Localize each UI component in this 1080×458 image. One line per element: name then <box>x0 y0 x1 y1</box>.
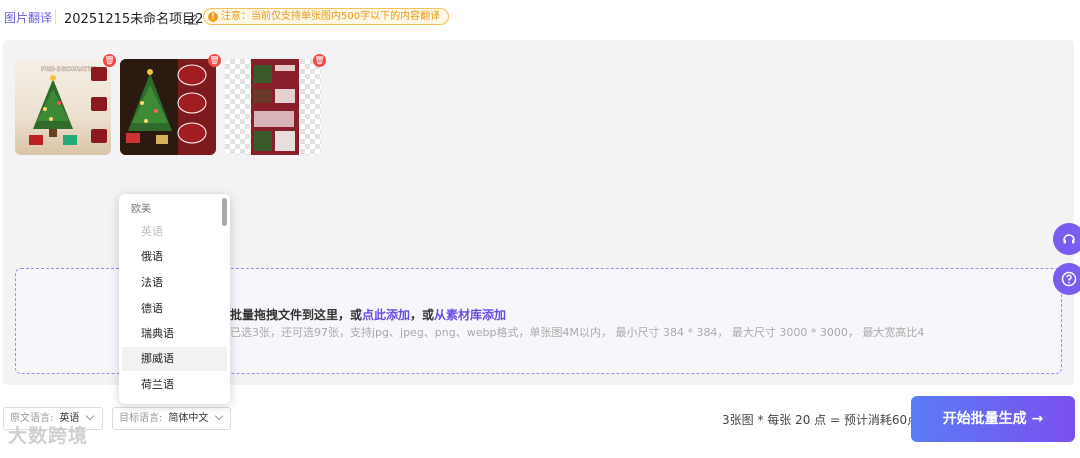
dropzone-requirements: 已选3张，还可选97张，支持jpg、jpeg、png、webp格式，单张图4M以… <box>230 326 925 339</box>
dropzone-text: 批量拖拽文件到这里，或 <box>230 308 363 322</box>
top-bar: 图片翻译 20251215未命名项目2 ! 注意：当前仅支持单张图内500字以下… <box>0 0 1080 36</box>
delete-icon[interactable]: 🗑 <box>313 54 326 67</box>
target-language-value: 简体中文 <box>168 413 209 424</box>
help-question-icon[interactable] <box>1053 263 1080 295</box>
language-option[interactable]: 法语 <box>122 271 227 295</box>
language-option[interactable]: 俄语 <box>122 245 227 269</box>
language-option: 英语 <box>141 225 163 238</box>
delete-icon[interactable]: 🗑 <box>208 54 221 67</box>
image-thumbnail[interactable] <box>225 59 321 155</box>
language-option[interactable]: 挪威语 <box>122 347 227 371</box>
chevron-down-icon <box>215 411 224 421</box>
library-add-link[interactable]: 从素材库添加 <box>434 308 506 322</box>
start-batch-button[interactable]: 开始批量生成 → <box>911 396 1075 442</box>
breadcrumb-image-translate[interactable]: 图片翻译 <box>4 9 52 26</box>
dropzone-text-or: ，或 <box>410 308 435 322</box>
image-thumbnail[interactable]: PRE-DECORATED <box>15 59 111 155</box>
language-option[interactable]: 德语 <box>122 297 227 321</box>
chevron-down-icon <box>86 411 95 421</box>
cost-estimate: 3张图 * 每张 20 点 = 预计消耗60点 <box>722 413 920 427</box>
notice-text: 注意：当前仅支持单张图内500字以下的内容翻译 <box>221 11 441 22</box>
breadcrumb-divider <box>55 10 56 24</box>
notice-badge: ! 注意：当前仅支持单张图内500字以下的内容翻译 <box>203 8 450 25</box>
dropdown-group-label: 欧美 <box>131 204 151 215</box>
edit-icon[interactable] <box>186 10 200 25</box>
language-dropdown[interactable]: 欧美 英语 俄语 法语 德语 瑞典语 挪威语 荷兰语 <box>119 194 230 404</box>
language-option[interactable]: 荷兰语 <box>122 373 227 397</box>
warning-icon: ! <box>208 11 218 22</box>
watermark: 大数跨境 <box>8 425 89 447</box>
language-option[interactable]: 瑞典语 <box>122 322 227 346</box>
image-thumbnail[interactable] <box>120 59 216 155</box>
thumb-title: PRE-DECORATED <box>41 66 97 73</box>
support-headset-icon[interactable] <box>1053 223 1080 255</box>
target-language-label: 目标语言: <box>119 413 163 424</box>
dropzone-instructions: 批量拖拽文件到这里，或点此添加，或从素材库添加 <box>230 306 506 323</box>
target-language-select[interactable]: 目标语言: 简体中文 <box>112 407 231 430</box>
delete-icon[interactable]: 🗑 <box>103 54 116 67</box>
project-title: 20251215未命名项目2 <box>64 12 204 27</box>
click-add-link[interactable]: 点此添加 <box>362 308 410 322</box>
